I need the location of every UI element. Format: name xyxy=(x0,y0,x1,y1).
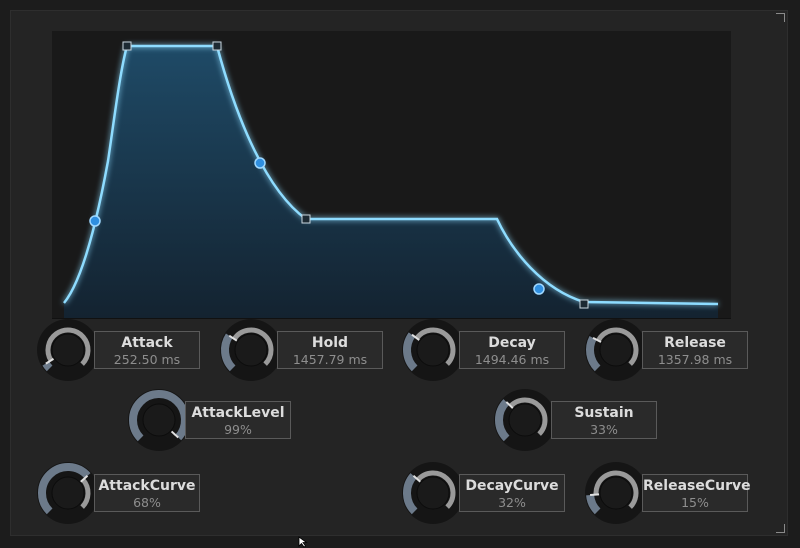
hold-end-handle[interactable] xyxy=(212,41,222,51)
decay-value: 1494.46 ms xyxy=(474,352,550,367)
attack-peak-handle[interactable] xyxy=(122,41,132,51)
attack-control: Attack 252.50 ms xyxy=(36,318,206,388)
attack-label-box: Attack 252.50 ms xyxy=(94,331,200,369)
hold-control: Hold 1457.79 ms xyxy=(219,318,389,388)
sustain-name: Sustain xyxy=(574,405,634,421)
release-value: 1357.98 ms xyxy=(657,352,733,367)
attackcurve-label-box: AttackCurve 68% xyxy=(94,474,200,512)
releasecurve-knob[interactable] xyxy=(584,461,648,525)
attack-knob[interactable] xyxy=(36,318,100,382)
hold-value: 1457.79 ms xyxy=(292,352,368,367)
envelope-fill xyxy=(64,46,718,318)
attacklevel-control: AttackLevel 99% xyxy=(127,388,297,458)
attackcurve-knob[interactable] xyxy=(36,461,100,525)
attacklevel-name: AttackLevel xyxy=(191,405,285,421)
release-curve-handle[interactable] xyxy=(533,283,545,295)
decay-end-handle[interactable] xyxy=(301,214,311,224)
sustain-control: Sustain 33% xyxy=(493,388,663,458)
decay-knob[interactable] xyxy=(401,318,465,382)
corner-bracket-icon xyxy=(776,524,785,533)
envelope-canvas[interactable] xyxy=(52,31,731,318)
attacklevel-knob[interactable] xyxy=(127,388,191,452)
attack-name: Attack xyxy=(121,335,173,351)
release-label-box: Release 1357.98 ms xyxy=(642,331,748,369)
sustain-value: 33% xyxy=(590,422,618,437)
attackcurve-value: 68% xyxy=(133,495,161,510)
attacklevel-label-box: AttackLevel 99% xyxy=(185,401,291,439)
mouse-pointer-icon xyxy=(298,536,308,548)
hold-label-box: Hold 1457.79 ms xyxy=(277,331,383,369)
decaycurve-name: DecayCurve xyxy=(465,478,559,494)
decay-curve-handle[interactable] xyxy=(254,157,266,169)
release-name: Release xyxy=(664,335,726,351)
release-control: Release 1357.98 ms xyxy=(584,318,754,388)
attack-curve-handle[interactable] xyxy=(89,215,101,227)
decaycurve-label-box: DecayCurve 32% xyxy=(459,474,565,512)
decay-label-box: Decay 1494.46 ms xyxy=(459,331,565,369)
decaycurve-value: 32% xyxy=(498,495,526,510)
attacklevel-value: 99% xyxy=(224,422,252,437)
release-end-handle[interactable] xyxy=(579,299,589,309)
releasecurve-name: ReleaseCurve xyxy=(643,478,751,494)
attack-value: 252.50 ms xyxy=(113,352,181,367)
hold-knob[interactable] xyxy=(219,318,283,382)
decaycurve-knob[interactable] xyxy=(401,461,465,525)
decaycurve-control: DecayCurve 32% xyxy=(401,461,571,531)
corner-bracket-icon xyxy=(776,13,785,22)
sustain-knob[interactable] xyxy=(493,388,557,452)
sustain-label-box: Sustain 33% xyxy=(551,401,657,439)
decay-control: Decay 1494.46 ms xyxy=(401,318,571,388)
releasecurve-value: 15% xyxy=(681,495,709,510)
attackcurve-name: AttackCurve xyxy=(98,478,196,494)
release-knob[interactable] xyxy=(584,318,648,382)
envelope-graph[interactable] xyxy=(52,31,731,319)
decay-name: Decay xyxy=(488,335,536,351)
releasecurve-label-box: ReleaseCurve 15% xyxy=(642,474,751,512)
hold-name: Hold xyxy=(311,335,349,351)
attackcurve-control: AttackCurve 68% xyxy=(36,461,206,531)
releasecurve-control: ReleaseCurve 15% xyxy=(584,461,754,531)
